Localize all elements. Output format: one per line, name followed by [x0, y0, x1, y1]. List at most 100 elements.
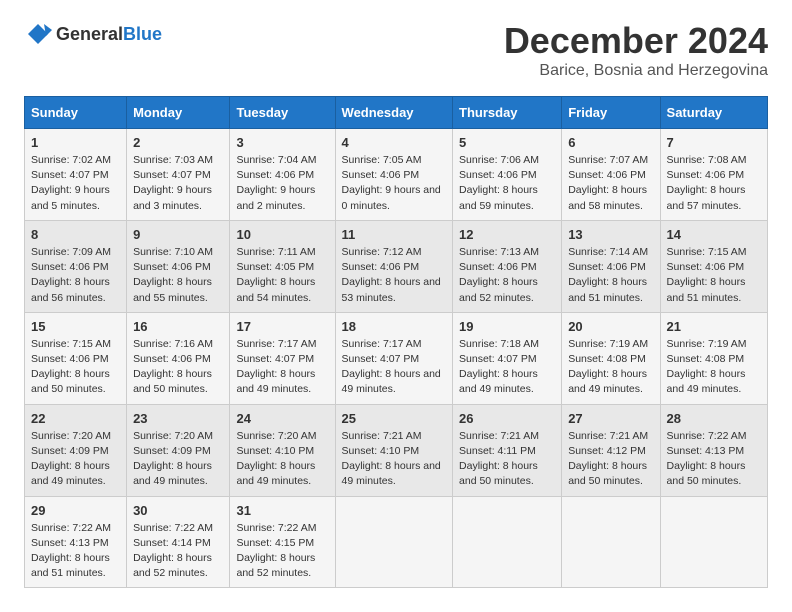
day-number: 19	[459, 319, 555, 334]
day-number: 1	[31, 135, 120, 150]
day-number: 29	[31, 503, 120, 518]
day-number: 9	[133, 227, 223, 242]
calendar-week-2: 8 Sunrise: 7:09 AMSunset: 4:06 PMDayligh…	[25, 220, 768, 312]
calendar-table: Sunday Monday Tuesday Wednesday Thursday…	[24, 96, 768, 588]
header-sunday: Sunday	[25, 97, 127, 129]
day-info: Sunrise: 7:06 AMSunset: 4:06 PMDaylight:…	[459, 154, 539, 212]
day-info: Sunrise: 7:20 AMSunset: 4:09 PMDaylight:…	[31, 430, 111, 488]
day-info: Sunrise: 7:03 AMSunset: 4:07 PMDaylight:…	[133, 154, 213, 212]
day-number: 14	[667, 227, 761, 242]
day-cell-16: 16 Sunrise: 7:16 AMSunset: 4:06 PMDaylig…	[127, 312, 230, 404]
day-number: 8	[31, 227, 120, 242]
day-number: 27	[568, 411, 653, 426]
day-number: 12	[459, 227, 555, 242]
day-number: 6	[568, 135, 653, 150]
subtitle: Barice, Bosnia and Herzegovina	[504, 62, 768, 80]
day-cell-13: 13 Sunrise: 7:14 AMSunset: 4:06 PMDaylig…	[562, 220, 660, 312]
day-number: 31	[236, 503, 328, 518]
day-info: Sunrise: 7:07 AMSunset: 4:06 PMDaylight:…	[568, 154, 648, 212]
day-cell-27: 27 Sunrise: 7:21 AMSunset: 4:12 PMDaylig…	[562, 404, 660, 496]
day-number: 26	[459, 411, 555, 426]
empty-cell	[562, 496, 660, 588]
day-cell-4: 4 Sunrise: 7:05 AMSunset: 4:06 PMDayligh…	[335, 129, 452, 221]
day-info: Sunrise: 7:17 AMSunset: 4:07 PMDaylight:…	[342, 338, 441, 396]
day-info: Sunrise: 7:22 AMSunset: 4:14 PMDaylight:…	[133, 522, 213, 580]
day-number: 13	[568, 227, 653, 242]
day-info: Sunrise: 7:22 AMSunset: 4:13 PMDaylight:…	[667, 430, 747, 488]
day-cell-26: 26 Sunrise: 7:21 AMSunset: 4:11 PMDaylig…	[453, 404, 562, 496]
day-cell-24: 24 Sunrise: 7:20 AMSunset: 4:10 PMDaylig…	[230, 404, 335, 496]
weekday-header-row: Sunday Monday Tuesday Wednesday Thursday…	[25, 97, 768, 129]
header-monday: Monday	[127, 97, 230, 129]
day-info: Sunrise: 7:09 AMSunset: 4:06 PMDaylight:…	[31, 246, 111, 304]
day-info: Sunrise: 7:18 AMSunset: 4:07 PMDaylight:…	[459, 338, 539, 396]
day-cell-25: 25 Sunrise: 7:21 AMSunset: 4:10 PMDaylig…	[335, 404, 452, 496]
day-number: 3	[236, 135, 328, 150]
day-number: 22	[31, 411, 120, 426]
day-number: 4	[342, 135, 446, 150]
day-cell-17: 17 Sunrise: 7:17 AMSunset: 4:07 PMDaylig…	[230, 312, 335, 404]
day-cell-3: 3 Sunrise: 7:04 AMSunset: 4:06 PMDayligh…	[230, 129, 335, 221]
day-info: Sunrise: 7:10 AMSunset: 4:06 PMDaylight:…	[133, 246, 213, 304]
day-info: Sunrise: 7:19 AMSunset: 4:08 PMDaylight:…	[667, 338, 747, 396]
main-title: December 2024	[504, 20, 768, 62]
day-number: 7	[667, 135, 761, 150]
day-info: Sunrise: 7:17 AMSunset: 4:07 PMDaylight:…	[236, 338, 316, 396]
calendar-body: 1 Sunrise: 7:02 AMSunset: 4:07 PMDayligh…	[25, 129, 768, 588]
day-cell-8: 8 Sunrise: 7:09 AMSunset: 4:06 PMDayligh…	[25, 220, 127, 312]
day-cell-30: 30 Sunrise: 7:22 AMSunset: 4:14 PMDaylig…	[127, 496, 230, 588]
day-info: Sunrise: 7:21 AMSunset: 4:11 PMDaylight:…	[459, 430, 539, 488]
day-cell-11: 11 Sunrise: 7:12 AMSunset: 4:06 PMDaylig…	[335, 220, 452, 312]
header-wednesday: Wednesday	[335, 97, 452, 129]
logo-icon	[24, 20, 52, 48]
day-info: Sunrise: 7:15 AMSunset: 4:06 PMDaylight:…	[31, 338, 111, 396]
day-number: 18	[342, 319, 446, 334]
day-info: Sunrise: 7:04 AMSunset: 4:06 PMDaylight:…	[236, 154, 316, 212]
day-info: Sunrise: 7:14 AMSunset: 4:06 PMDaylight:…	[568, 246, 648, 304]
calendar-week-1: 1 Sunrise: 7:02 AMSunset: 4:07 PMDayligh…	[25, 129, 768, 221]
day-info: Sunrise: 7:20 AMSunset: 4:09 PMDaylight:…	[133, 430, 213, 488]
header-saturday: Saturday	[660, 97, 767, 129]
day-cell-14: 14 Sunrise: 7:15 AMSunset: 4:06 PMDaylig…	[660, 220, 767, 312]
empty-cell	[453, 496, 562, 588]
day-info: Sunrise: 7:21 AMSunset: 4:10 PMDaylight:…	[342, 430, 441, 488]
day-cell-28: 28 Sunrise: 7:22 AMSunset: 4:13 PMDaylig…	[660, 404, 767, 496]
day-number: 23	[133, 411, 223, 426]
day-info: Sunrise: 7:22 AMSunset: 4:15 PMDaylight:…	[236, 522, 316, 580]
day-cell-7: 7 Sunrise: 7:08 AMSunset: 4:06 PMDayligh…	[660, 129, 767, 221]
day-cell-20: 20 Sunrise: 7:19 AMSunset: 4:08 PMDaylig…	[562, 312, 660, 404]
day-number: 2	[133, 135, 223, 150]
day-cell-5: 5 Sunrise: 7:06 AMSunset: 4:06 PMDayligh…	[453, 129, 562, 221]
day-cell-22: 22 Sunrise: 7:20 AMSunset: 4:09 PMDaylig…	[25, 404, 127, 496]
title-area: December 2024 Barice, Bosnia and Herzego…	[504, 20, 768, 80]
header-friday: Friday	[562, 97, 660, 129]
day-cell-31: 31 Sunrise: 7:22 AMSunset: 4:15 PMDaylig…	[230, 496, 335, 588]
day-cell-18: 18 Sunrise: 7:17 AMSunset: 4:07 PMDaylig…	[335, 312, 452, 404]
header-tuesday: Tuesday	[230, 97, 335, 129]
day-cell-19: 19 Sunrise: 7:18 AMSunset: 4:07 PMDaylig…	[453, 312, 562, 404]
day-info: Sunrise: 7:08 AMSunset: 4:06 PMDaylight:…	[667, 154, 747, 212]
day-info: Sunrise: 7:20 AMSunset: 4:10 PMDaylight:…	[236, 430, 316, 488]
day-number: 15	[31, 319, 120, 334]
day-cell-2: 2 Sunrise: 7:03 AMSunset: 4:07 PMDayligh…	[127, 129, 230, 221]
day-info: Sunrise: 7:13 AMSunset: 4:06 PMDaylight:…	[459, 246, 539, 304]
day-cell-21: 21 Sunrise: 7:19 AMSunset: 4:08 PMDaylig…	[660, 312, 767, 404]
day-number: 17	[236, 319, 328, 334]
day-number: 28	[667, 411, 761, 426]
logo: GeneralBlue	[24, 20, 162, 48]
day-number: 30	[133, 503, 223, 518]
day-number: 21	[667, 319, 761, 334]
day-info: Sunrise: 7:05 AMSunset: 4:06 PMDaylight:…	[342, 154, 441, 212]
day-info: Sunrise: 7:16 AMSunset: 4:06 PMDaylight:…	[133, 338, 213, 396]
day-cell-9: 9 Sunrise: 7:10 AMSunset: 4:06 PMDayligh…	[127, 220, 230, 312]
day-cell-6: 6 Sunrise: 7:07 AMSunset: 4:06 PMDayligh…	[562, 129, 660, 221]
logo-general: General	[56, 24, 123, 44]
day-info: Sunrise: 7:11 AMSunset: 4:05 PMDaylight:…	[236, 246, 315, 304]
calendar-week-3: 15 Sunrise: 7:15 AMSunset: 4:06 PMDaylig…	[25, 312, 768, 404]
day-cell-10: 10 Sunrise: 7:11 AMSunset: 4:05 PMDaylig…	[230, 220, 335, 312]
empty-cell	[660, 496, 767, 588]
day-cell-29: 29 Sunrise: 7:22 AMSunset: 4:13 PMDaylig…	[25, 496, 127, 588]
empty-cell	[335, 496, 452, 588]
day-number: 5	[459, 135, 555, 150]
day-number: 24	[236, 411, 328, 426]
